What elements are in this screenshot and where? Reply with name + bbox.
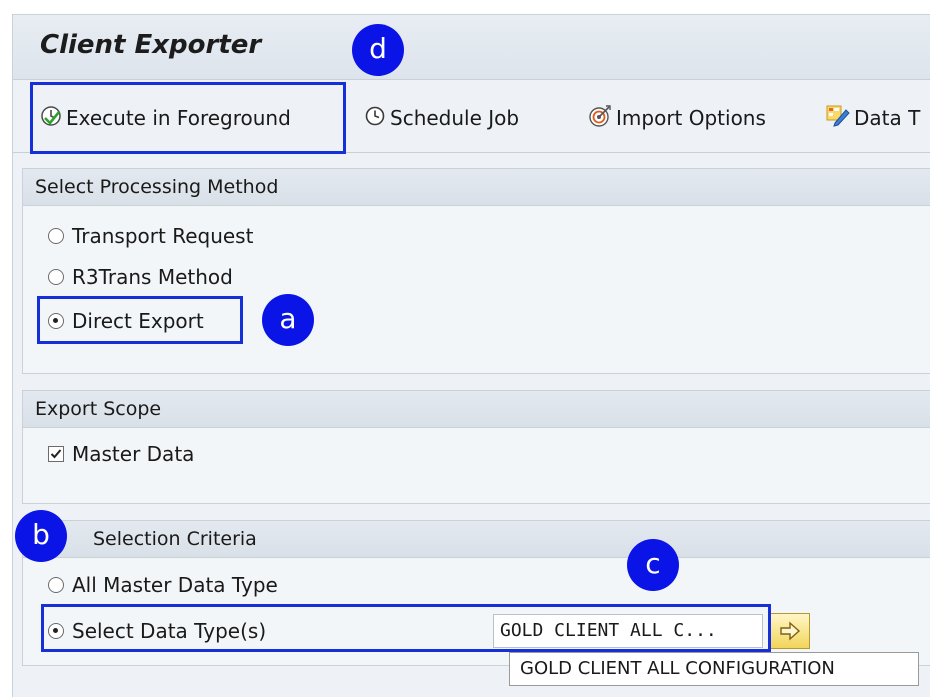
import-options-button[interactable]: Import Options [588, 98, 766, 138]
master-data-checkbox[interactable]: Master Data [48, 442, 194, 466]
data-label: Data T [854, 106, 921, 130]
radio-button[interactable] [48, 269, 64, 285]
selection-criteria-header: Selection Criteria [23, 521, 930, 558]
data-button[interactable]: Data T [826, 98, 920, 138]
radio-button-selected[interactable] [48, 623, 64, 639]
page-title: Client Exporter [40, 30, 262, 60]
schedule-job-button[interactable]: Schedule Job [364, 98, 519, 138]
value-help-button[interactable] [770, 613, 810, 649]
radio-transport-request[interactable]: Transport Request [48, 224, 253, 248]
callout-a: a [262, 294, 314, 346]
radio-all-master-data-type[interactable]: All Master Data Type [48, 573, 278, 597]
execute-icon [40, 105, 66, 132]
schedule-label: Schedule Job [390, 106, 520, 130]
data-edit-icon [826, 104, 854, 133]
processing-method-header: Select Processing Method [23, 169, 930, 206]
radio-r3trans-method[interactable]: R3Trans Method [48, 265, 233, 289]
radio-button-selected[interactable] [48, 313, 64, 329]
callout-b: b [15, 510, 67, 562]
execute-label: Execute in Foreground [66, 106, 291, 130]
radio-label: All Master Data Type [72, 573, 278, 597]
checkmark-icon [50, 449, 62, 459]
arrow-right-icon [780, 621, 801, 641]
radio-select-data-types[interactable]: Select Data Type(s) [48, 619, 266, 643]
radio-button[interactable] [48, 228, 64, 244]
radio-label: Select Data Type(s) [72, 619, 267, 643]
tooltip: GOLD CLIENT ALL CONFIGURATION [509, 652, 919, 686]
radio-direct-export[interactable]: Direct Export [48, 309, 204, 333]
checkbox[interactable] [48, 446, 64, 462]
clock-icon [364, 105, 390, 132]
radio-label: Transport Request [72, 224, 254, 248]
radio-label: Direct Export [72, 309, 204, 333]
checkbox-label: Master Data [72, 442, 195, 466]
radio-label: R3Trans Method [72, 265, 233, 289]
callout-c: c [627, 539, 679, 591]
radio-button[interactable] [48, 577, 64, 593]
callout-d: d [352, 24, 404, 76]
import-options-label: Import Options [616, 106, 766, 130]
data-type-input[interactable]: GOLD CLIENT ALL C... [493, 614, 763, 648]
export-scope-header: Export Scope [23, 391, 930, 428]
execute-foreground-button[interactable]: Execute in Foreground [40, 98, 291, 138]
target-icon [588, 104, 616, 133]
